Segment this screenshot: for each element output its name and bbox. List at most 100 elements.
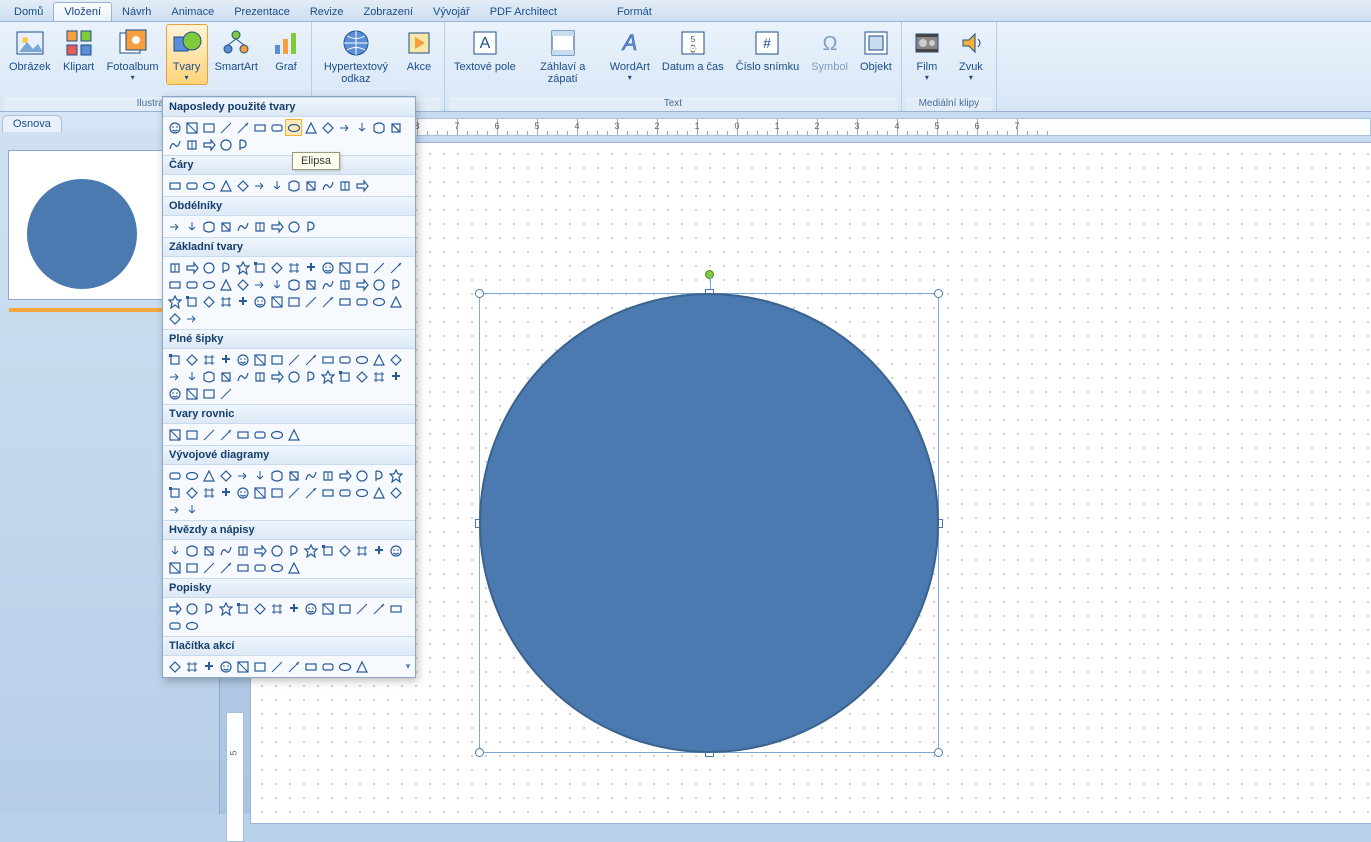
shape-option[interactable]	[336, 542, 353, 559]
shape-option[interactable]	[268, 119, 285, 136]
shape-option[interactable]	[166, 501, 183, 518]
shape-option[interactable]	[183, 542, 200, 559]
shape-option[interactable]	[370, 351, 387, 368]
shape-option[interactable]	[217, 368, 234, 385]
shape-option[interactable]	[319, 259, 336, 276]
shape-option[interactable]	[285, 658, 302, 675]
shapes-dropdown-scroll[interactable]: ▾	[403, 661, 413, 673]
shape-option[interactable]	[370, 467, 387, 484]
shape-option[interactable]	[200, 293, 217, 310]
shape-option[interactable]	[387, 484, 404, 501]
shape-option[interactable]	[234, 658, 251, 675]
shape-option[interactable]	[251, 600, 268, 617]
shape-option[interactable]	[268, 542, 285, 559]
shape-option[interactable]	[183, 385, 200, 402]
shape-option[interactable]	[166, 351, 183, 368]
shape-option[interactable]	[200, 259, 217, 276]
shape-option[interactable]	[251, 426, 268, 443]
ribbon-btn-object[interactable]: Objekt	[855, 24, 897, 76]
shape-option[interactable]	[166, 658, 183, 675]
shape-option[interactable]	[183, 368, 200, 385]
shape-option[interactable]	[353, 484, 370, 501]
shape-option[interactable]	[268, 368, 285, 385]
shape-option[interactable]	[336, 276, 353, 293]
shape-option[interactable]	[319, 293, 336, 310]
ribbon-btn-headerfooter[interactable]: Záhlaví a zápatí	[523, 24, 603, 88]
shape-option[interactable]	[268, 467, 285, 484]
shape-option[interactable]	[336, 368, 353, 385]
shape-option[interactable]	[200, 600, 217, 617]
ribbon-btn-smartart[interactable]: SmartArt	[210, 24, 263, 76]
ribbon-btn-datetime[interactable]: 5⌚Datum a čas	[657, 24, 729, 76]
shape-option[interactable]	[183, 259, 200, 276]
shape-option[interactable]	[285, 259, 302, 276]
shape-option[interactable]	[234, 119, 251, 136]
shape-option[interactable]	[251, 542, 268, 559]
shape-option[interactable]	[319, 119, 336, 136]
shape-option[interactable]	[302, 542, 319, 559]
shape-option[interactable]	[336, 259, 353, 276]
outline-tab[interactable]: Osnova	[2, 115, 62, 132]
shape-option[interactable]	[217, 293, 234, 310]
ellipse-shape[interactable]	[479, 293, 939, 753]
shape-option[interactable]	[251, 484, 268, 501]
shape-option[interactable]	[166, 368, 183, 385]
shape-option[interactable]	[251, 351, 268, 368]
shape-option[interactable]	[268, 276, 285, 293]
shape-option[interactable]	[251, 259, 268, 276]
shape-option[interactable]	[319, 600, 336, 617]
shape-option[interactable]	[200, 658, 217, 675]
shape-option[interactable]	[217, 385, 234, 402]
shape-option[interactable]	[217, 119, 234, 136]
shape-option[interactable]	[319, 484, 336, 501]
shape-option[interactable]	[353, 658, 370, 675]
shape-option[interactable]	[336, 467, 353, 484]
sel-handle-br[interactable]	[934, 748, 943, 757]
shape-option[interactable]	[200, 177, 217, 194]
shape-option[interactable]	[234, 276, 251, 293]
shape-option[interactable]	[302, 368, 319, 385]
shape-option[interactable]	[217, 600, 234, 617]
shape-option[interactable]	[353, 467, 370, 484]
shape-option[interactable]	[217, 136, 234, 153]
shape-option[interactable]	[268, 177, 285, 194]
shape-option[interactable]	[285, 119, 302, 136]
shape-option[interactable]	[370, 484, 387, 501]
ribbon-btn-action[interactable]: Akce	[398, 24, 440, 76]
shape-option[interactable]	[183, 559, 200, 576]
shape-option[interactable]	[251, 368, 268, 385]
shape-option[interactable]	[319, 177, 336, 194]
shape-option[interactable]	[217, 276, 234, 293]
shape-option[interactable]	[200, 467, 217, 484]
tab-animations[interactable]: Animace	[161, 3, 224, 21]
shape-option[interactable]	[285, 177, 302, 194]
shape-option[interactable]	[370, 119, 387, 136]
shape-option[interactable]	[353, 119, 370, 136]
shape-option[interactable]	[183, 136, 200, 153]
shape-option[interactable]	[200, 385, 217, 402]
shape-option[interactable]	[251, 467, 268, 484]
sel-handle-tr[interactable]	[934, 289, 943, 298]
shape-option[interactable]	[302, 600, 319, 617]
shape-option[interactable]	[234, 467, 251, 484]
shape-option[interactable]	[217, 467, 234, 484]
shape-option[interactable]	[336, 484, 353, 501]
shape-option[interactable]	[200, 136, 217, 153]
shape-option[interactable]	[166, 293, 183, 310]
shape-option[interactable]	[319, 276, 336, 293]
shape-option[interactable]	[353, 351, 370, 368]
shape-option[interactable]	[268, 600, 285, 617]
shape-option[interactable]	[234, 484, 251, 501]
shape-option[interactable]	[200, 484, 217, 501]
shape-option[interactable]	[387, 351, 404, 368]
shape-option[interactable]	[200, 426, 217, 443]
shape-option[interactable]	[319, 658, 336, 675]
tab-presentation[interactable]: Prezentace	[224, 3, 300, 21]
shape-option[interactable]	[387, 119, 404, 136]
ribbon-btn-textbox[interactable]: ATextové pole	[449, 24, 521, 76]
tab-design[interactable]: Návrh	[112, 3, 161, 21]
ribbon-btn-photoalbum[interactable]: Fotoalbum▾	[102, 24, 164, 85]
shape-option[interactable]	[251, 559, 268, 576]
shape-option[interactable]	[370, 368, 387, 385]
shape-option[interactable]	[302, 351, 319, 368]
